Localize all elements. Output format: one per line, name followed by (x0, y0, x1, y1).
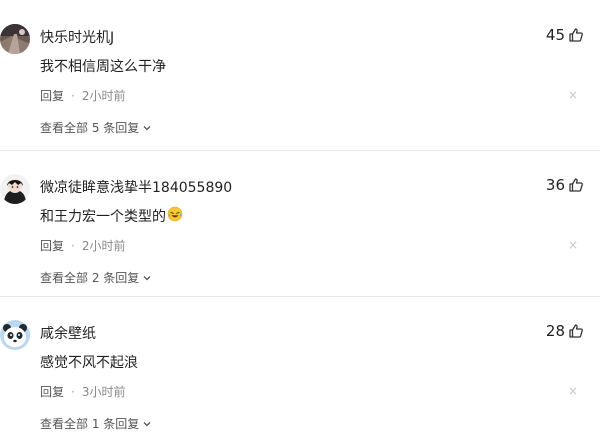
timestamp: 2小时前 (81, 239, 126, 253)
view-all-replies-label: 查看全部 1 条回复 (40, 417, 140, 431)
divider (0, 150, 600, 151)
like-button[interactable]: 36 (546, 176, 584, 194)
like-count: 45 (545, 26, 565, 44)
view-all-replies-label: 查看全部 5 条回复 (40, 121, 140, 135)
comment-body: 感觉不风不起浪 (40, 355, 138, 371)
anime-avatar-icon (0, 174, 30, 204)
comment-text: 和王力宏一个类型的 (40, 206, 183, 226)
reply-button[interactable]: 回复 (40, 87, 64, 104)
view-all-replies-label: 查看全部 2 条回复 (40, 271, 140, 285)
like-count: 28 (545, 322, 565, 340)
reply-button[interactable]: 回复 (40, 237, 64, 254)
comment-body: 我不相信周这么干净 (40, 59, 166, 75)
laughing-crying-emoji-icon (167, 206, 183, 226)
reply-button[interactable]: 回复 (40, 383, 64, 400)
photo-avatar-icon (0, 24, 30, 54)
close-icon[interactable]: × (568, 238, 578, 252)
meta-separator: · (71, 88, 75, 103)
panda-avatar-icon (0, 320, 30, 350)
comment-meta: 回复 · 3小时前 (40, 383, 125, 400)
close-icon[interactable]: × (568, 88, 578, 102)
thumbs-up-icon[interactable] (568, 27, 584, 43)
timestamp: 3小时前 (81, 385, 126, 399)
like-count: 36 (545, 176, 565, 194)
comment-text: 感觉不风不起浪 (40, 352, 138, 372)
view-all-replies-button[interactable]: 查看全部 2 条回复 (40, 269, 152, 286)
meta-separator: · (71, 238, 75, 253)
comment-body: 和王力宏一个类型的 (40, 209, 166, 225)
chevron-down-icon (143, 421, 151, 426)
chevron-down-icon (143, 275, 151, 280)
like-button[interactable]: 45 (546, 26, 584, 44)
view-all-replies-button[interactable]: 查看全部 1 条回复 (40, 415, 152, 432)
chevron-down-icon (143, 125, 151, 130)
meta-separator: · (71, 384, 75, 399)
thumbs-up-icon[interactable] (568, 323, 584, 339)
close-icon[interactable]: × (568, 384, 578, 398)
username[interactable]: 快乐时光机J (40, 27, 114, 47)
comment-meta: 回复 · 2小时前 (40, 237, 125, 254)
user-avatar[interactable] (0, 174, 30, 204)
comment-meta: 回复 · 2小时前 (40, 87, 125, 104)
view-all-replies-button[interactable]: 查看全部 5 条回复 (40, 119, 152, 136)
username[interactable]: 咸余壁纸 (40, 323, 96, 343)
username[interactable]: 微凉徒眸意浅挚半184055890 (40, 177, 232, 197)
divider (0, 296, 600, 297)
timestamp: 2小时前 (81, 89, 126, 103)
thumbs-up-icon[interactable] (568, 177, 584, 193)
user-avatar[interactable] (0, 24, 30, 54)
comment-text: 我不相信周这么干净 (40, 56, 166, 76)
like-button[interactable]: 28 (546, 322, 584, 340)
user-avatar[interactable] (0, 320, 30, 350)
